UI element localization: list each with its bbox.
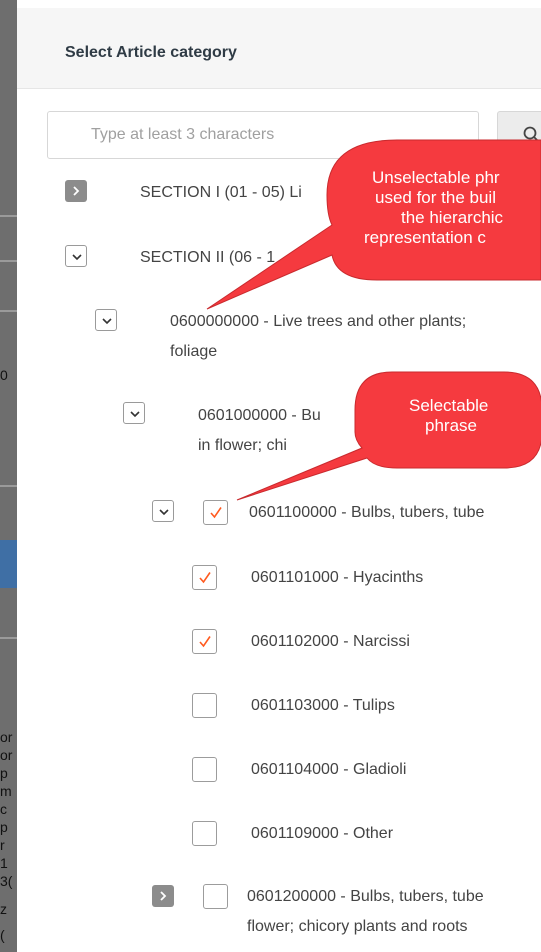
- backdrop-text: 0: [0, 367, 8, 383]
- checkbox-leaf-narcissi[interactable]: [192, 629, 217, 654]
- collapse-heading0601-toggle[interactable]: [123, 402, 145, 424]
- expand-sub06012-toggle[interactable]: [152, 885, 174, 907]
- backdrop-text: m: [0, 783, 12, 799]
- unselectable-callout-line1: Unselectable phr: [372, 168, 500, 187]
- backdrop-text: (: [0, 927, 5, 943]
- checkbox-sub06011[interactable]: [203, 500, 228, 525]
- tree-node-hyacinths[interactable]: 0601101000 - Hyacinths: [251, 565, 423, 590]
- backdrop-text: r: [0, 837, 5, 853]
- chevron-down-icon: [130, 411, 140, 418]
- checkbox-leaf-other[interactable]: [192, 821, 217, 846]
- backdrop-divider: [0, 260, 17, 262]
- tree-node-tulips[interactable]: 0601103000 - Tulips: [251, 693, 395, 718]
- backdrop-page: 0 or or p m c p r 1 3( z (: [0, 0, 17, 952]
- collapse-section2-toggle[interactable]: [65, 245, 87, 267]
- tree-node-narcissi[interactable]: 0601102000 - Narcissi: [251, 629, 410, 654]
- unselectable-callout-line3: the hierarchic: [401, 208, 504, 227]
- modal-header: Select Article category: [17, 8, 541, 89]
- backdrop-text: 1: [0, 855, 8, 871]
- chevron-down-icon: [102, 318, 112, 325]
- tree-node-section2[interactable]: SECTION II (06 - 1: [140, 245, 275, 270]
- backdrop-text: p: [0, 765, 8, 781]
- backdrop-text: c: [0, 801, 7, 817]
- tree-node-chapter06: 0600000000 - Live trees and other plants…: [170, 313, 467, 330]
- backdrop-divider: [0, 637, 17, 639]
- search-icon: [523, 126, 540, 143]
- tree-node-heading0601-cont: in flower; chi: [198, 437, 287, 454]
- tree-node-sub06011[interactable]: 0601100000 - Bulbs, tubers, tube: [249, 500, 484, 525]
- checkmark-icon: [199, 636, 211, 648]
- chevron-down-icon: [72, 254, 82, 261]
- tree-node-gladioli[interactable]: 0601104000 - Gladioli: [251, 757, 406, 782]
- search-input[interactable]: [47, 111, 479, 159]
- backdrop-text: p: [0, 819, 8, 835]
- checkbox-leaf-gladioli[interactable]: [192, 757, 217, 782]
- selectable-callout-line2: phrase: [425, 416, 477, 435]
- search-button[interactable]: [497, 111, 541, 159]
- checkbox-leaf-tulips[interactable]: [192, 693, 217, 718]
- backdrop-divider: [0, 485, 17, 487]
- collapse-chapter06-toggle[interactable]: [95, 309, 117, 331]
- expand-section1-toggle[interactable]: [65, 180, 87, 202]
- category-modal: Select Article category SECTION I (01 - …: [17, 0, 541, 952]
- checkbox-sub06012[interactable]: [203, 884, 228, 909]
- backdrop-text: z: [0, 901, 7, 917]
- backdrop-divider: [0, 215, 17, 217]
- tree-node-section1[interactable]: SECTION I (01 - 05) Li: [140, 180, 302, 205]
- tree-node-sub06012[interactable]: 0601200000 - Bulbs, tubers, tube: [247, 884, 484, 909]
- checkbox-leaf-hyacinths[interactable]: [192, 565, 217, 590]
- selectable-callout-line1: Selectable: [409, 396, 489, 415]
- modal-title: Select Article category: [65, 44, 237, 61]
- backdrop-highlight: [0, 540, 17, 588]
- unselectable-callout-line2: used for the buil: [375, 188, 496, 207]
- backdrop-text: or: [0, 729, 13, 745]
- chevron-right-icon: [73, 186, 80, 196]
- checkmark-icon: [210, 507, 222, 519]
- tree-node-heading0601: 0601000000 - Bu: [198, 407, 321, 424]
- backdrop-divider: [0, 310, 17, 312]
- backdrop-text: 3(: [0, 873, 13, 889]
- chevron-right-icon: [160, 891, 167, 901]
- chevron-down-icon: [159, 509, 169, 516]
- tree-node-other[interactable]: 0601109000 - Other: [251, 821, 393, 846]
- checkmark-icon: [199, 572, 211, 584]
- collapse-sub06011-toggle[interactable]: [152, 500, 174, 522]
- unselectable-callout-line4: representation c: [364, 228, 486, 247]
- backdrop-text: or: [0, 747, 13, 763]
- tree-node-chapter06-cont: foliage: [170, 343, 218, 360]
- tree-node-sub06012-cont: flower; chicory plants and roots: [247, 918, 468, 935]
